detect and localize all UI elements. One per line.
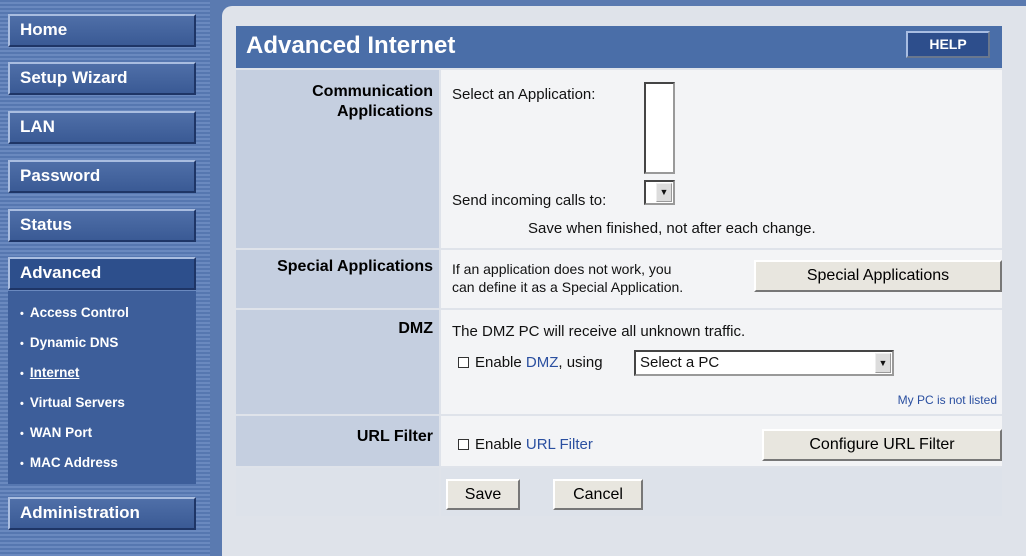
special-applications-label: Special Applications	[236, 250, 439, 308]
application-listbox[interactable]	[644, 82, 675, 174]
submenu-virtual-servers[interactable]: • Virtual Servers	[20, 395, 125, 410]
dmz-link[interactable]: DMZ	[526, 354, 559, 371]
communication-applications-label: Communication Applications	[236, 70, 439, 248]
enable-url-filter-option: Enable URL Filter	[458, 436, 593, 453]
enable-url-filter-checkbox[interactable]	[458, 439, 469, 450]
submenu-access-control[interactable]: • Access Control	[20, 305, 129, 320]
chevron-down-icon[interactable]: ▼	[875, 353, 891, 373]
dmz-description: The DMZ PC will receive all unknown traf…	[452, 323, 746, 340]
bullet-icon: •	[20, 458, 24, 470]
save-button[interactable]: Save	[446, 479, 520, 510]
help-button[interactable]: HELP	[906, 31, 990, 58]
communication-applications-content: Select an Application: Send incoming cal…	[441, 70, 1002, 248]
submenu-mac-address[interactable]: • MAC Address	[20, 455, 118, 470]
dmz-label: DMZ	[236, 310, 439, 414]
submenu-dynamic-dns[interactable]: • Dynamic DNS	[20, 335, 118, 350]
send-calls-label: Send incoming calls to:	[452, 192, 607, 209]
url-filter-link[interactable]: URL Filter	[526, 436, 593, 453]
bullet-icon: •	[20, 398, 24, 410]
bullet-icon: •	[20, 368, 24, 380]
nav-password[interactable]: Password	[8, 160, 196, 193]
save-note: Save when finished, not after each chang…	[528, 220, 816, 237]
configure-url-filter-button[interactable]: Configure URL Filter	[762, 429, 1002, 461]
special-applications-content: If an application does not work, you can…	[441, 250, 1002, 308]
advanced-submenu: • Access Control • Dynamic DNS • Internet •…	[8, 291, 196, 484]
enable-dmz-option: Enable DMZ, using	[458, 354, 603, 371]
dmz-content: The DMZ PC will receive all unknown traf…	[441, 310, 1002, 414]
submenu-wan-port[interactable]: • WAN Port	[20, 425, 92, 440]
send-calls-select[interactable]: ▼	[644, 180, 675, 205]
special-applications-button[interactable]: Special Applications	[754, 260, 1002, 292]
row-communication-applications: Communication Applications Select an App…	[236, 70, 1002, 248]
enable-dmz-checkbox[interactable]	[458, 357, 469, 368]
nav-setup-wizard[interactable]: Setup Wizard	[8, 62, 196, 95]
submenu-internet[interactable]: • Internet	[20, 365, 79, 380]
bullet-icon: •	[20, 338, 24, 350]
chevron-down-icon[interactable]: ▼	[656, 183, 672, 202]
bullet-icon: •	[20, 428, 24, 440]
nav-advanced[interactable]: Advanced	[8, 257, 196, 290]
page-title: Advanced Internet	[246, 32, 456, 59]
actions-label-cell	[236, 468, 439, 516]
row-url-filter: URL Filter Enable URL Filter Configure U…	[236, 416, 1002, 466]
cancel-button[interactable]: Cancel	[553, 479, 643, 510]
url-filter-content: Enable URL Filter Configure URL Filter	[441, 416, 1002, 466]
actions-content: Save Cancel	[441, 468, 1002, 516]
pc-not-listed-link[interactable]: My PC is not listed	[898, 393, 997, 407]
row-dmz: DMZ The DMZ PC will receive all unknown …	[236, 310, 1002, 414]
nav-lan[interactable]: LAN	[8, 111, 196, 144]
row-special-applications: Special Applications If an application d…	[236, 250, 1002, 308]
main-panel: Advanced Internet HELP Communication App…	[222, 6, 1026, 556]
dmz-pc-select[interactable]: Select a PC ▼	[634, 350, 894, 376]
sidebar: Home Setup Wizard LAN Password Status Ad…	[0, 0, 210, 556]
nav-status[interactable]: Status	[8, 209, 196, 242]
url-filter-label: URL Filter	[236, 416, 439, 466]
select-application-label: Select an Application:	[452, 86, 596, 103]
nav-home[interactable]: Home	[8, 14, 196, 47]
title-bar: Advanced Internet HELP	[236, 26, 1002, 68]
special-applications-description: If an application does not work, you can…	[452, 261, 684, 295]
bullet-icon: •	[20, 308, 24, 320]
nav-administration[interactable]: Administration	[8, 497, 196, 530]
row-actions: Save Cancel	[236, 468, 1002, 516]
